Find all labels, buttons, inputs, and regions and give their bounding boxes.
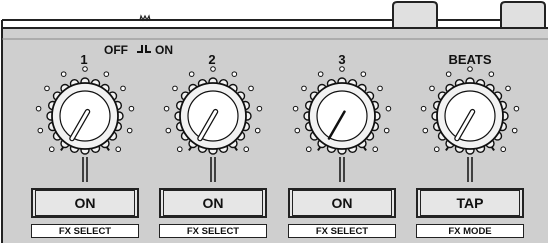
knob-4-scale-dot (511, 127, 518, 134)
knob-2-scale-dot (254, 127, 261, 134)
knob-1-scale-dot (103, 71, 110, 77)
fx2-select-caption: FX SELECT (159, 224, 267, 238)
knob-4-scale-dot (467, 66, 473, 72)
knob-3-scale-dot (377, 85, 383, 92)
knob-2-label: 2 (208, 52, 216, 67)
fx2-on-button-label: ON (163, 190, 263, 216)
knob-beats-label: BEATS (448, 52, 492, 67)
knob-1-scale-dot (48, 146, 55, 153)
knob-4-scale-dot (445, 71, 452, 77)
knob-2-scale-dot (210, 66, 216, 72)
knob-3-scale-dot (339, 66, 345, 72)
knob-2-scale-dot (163, 105, 170, 112)
knob-4-scale-dot (422, 127, 429, 134)
switch-on-label: ON (155, 43, 173, 57)
knob-2-scale-dot (176, 146, 183, 153)
knob-3-scale-dot (294, 127, 301, 134)
knob-3-scale-dot (317, 71, 324, 77)
top-tab-right[interactable] (500, 1, 546, 28)
knob-3-scale-dot (292, 105, 299, 112)
knob-2-scale-dot (172, 85, 178, 92)
knob-2-scale-dot (243, 146, 250, 153)
knob-2-scale-dot (165, 127, 172, 134)
knob-3-scale-dot (360, 71, 367, 77)
knob-1-scale-dot (128, 105, 135, 112)
knob-1-scale-dot (115, 146, 122, 153)
knob-1-scale-dot (82, 66, 88, 72)
fx1-select-caption: FX SELECT (31, 224, 139, 238)
fx2-on-button[interactable]: ON (159, 188, 267, 218)
knob-4-scale-dot (513, 105, 520, 112)
knob-4-scale-dot (500, 146, 507, 153)
knob-4-scale-dot (488, 71, 495, 77)
knob-1-scale-dot (60, 71, 67, 77)
fx3-on-button-label: ON (292, 190, 392, 216)
fx-panel: OFF ON 1 2 3 BEATS ON ON ON TAP FX SELEC… (0, 0, 548, 243)
knob-3-scale-dot (383, 127, 390, 134)
fx3-select-caption: FX SELECT (288, 224, 396, 238)
knob-4-scale-dot (429, 85, 435, 92)
switch-off-label: OFF (104, 43, 128, 57)
knob-4-scale-dot (505, 85, 511, 92)
knob-1-label: 1 (80, 52, 88, 67)
top-tab-left[interactable] (392, 1, 438, 28)
knob-3-scale-dot (385, 105, 392, 112)
fx-mode-caption: FX MODE (416, 224, 524, 238)
knob-1-scale-dot (44, 85, 50, 92)
knob-2-scale-dot (248, 85, 254, 92)
knob-1-scale-dot (120, 85, 126, 92)
knob-3-scale-dot (301, 85, 307, 92)
knob-4-scale-dot (433, 146, 440, 153)
fx1-on-button-label: ON (35, 190, 135, 216)
knob-1-scale-dot (35, 105, 42, 112)
knob-1-scale-dot (126, 127, 133, 134)
tap-button[interactable]: TAP (416, 188, 524, 218)
knob-2-scale-dot (188, 71, 195, 77)
knob-4-scale-dot (420, 105, 427, 112)
knob-1-scale-dot (37, 127, 44, 134)
knob-2-scale-dot (256, 105, 263, 112)
knob-3-scale-dot (305, 146, 312, 153)
knob-3-scale-dot (372, 146, 379, 153)
knob-2-scale-dot (231, 71, 238, 77)
fx1-on-button[interactable]: ON (31, 188, 139, 218)
fx3-on-button[interactable]: ON (288, 188, 396, 218)
knob-3-label: 3 (338, 52, 346, 67)
tap-button-label: TAP (420, 190, 520, 216)
